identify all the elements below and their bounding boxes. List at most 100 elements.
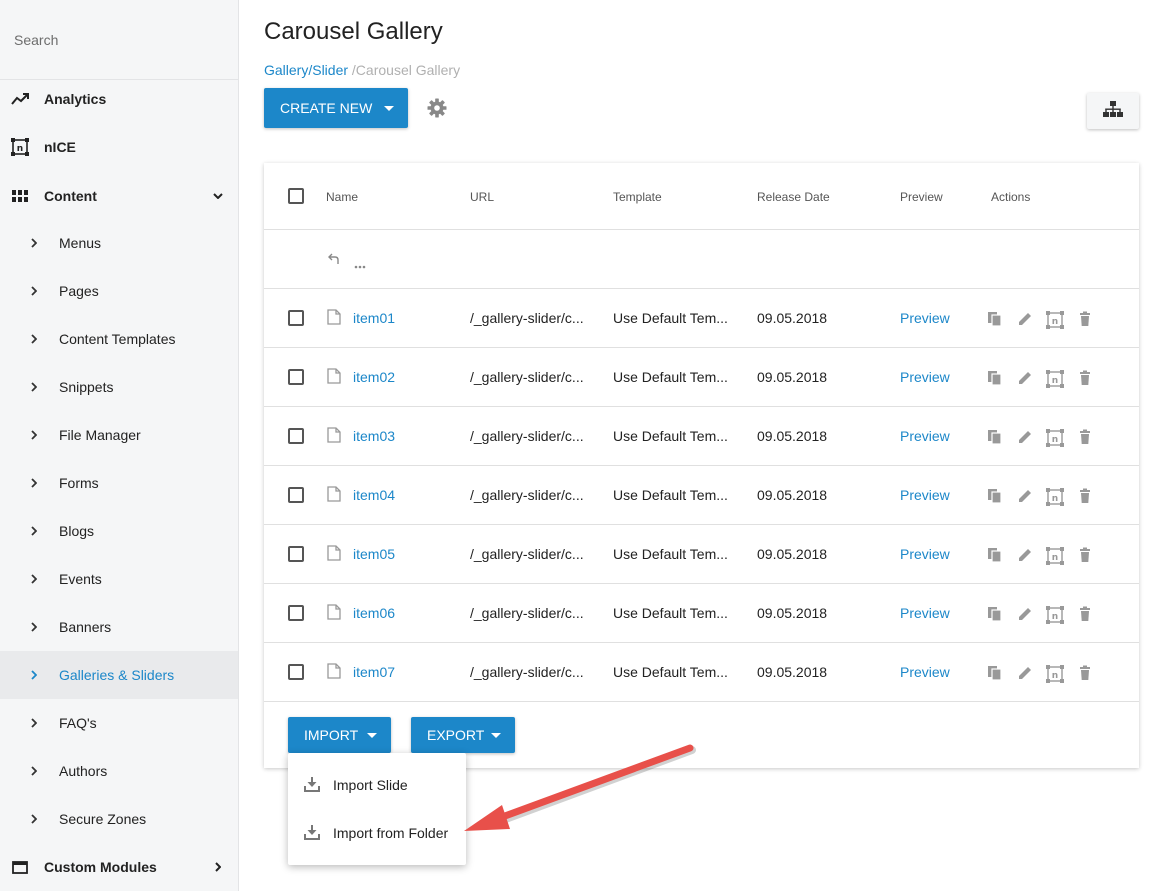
gear-icon[interactable] [427, 98, 447, 118]
chevron-right-icon [31, 621, 41, 633]
item-name-link[interactable]: item03 [353, 428, 395, 444]
trash-icon[interactable] [1076, 310, 1094, 328]
breadcrumb-link-gallery-slider[interactable]: Gallery/Slider [264, 62, 348, 78]
back-arrow-icon[interactable] [328, 252, 340, 270]
sidebar-item-blogs[interactable]: Blogs [0, 507, 238, 555]
row-checkbox[interactable] [288, 428, 304, 444]
preview-link[interactable]: Preview [900, 369, 950, 385]
item-name-link[interactable]: item02 [353, 369, 395, 385]
item-name-link[interactable]: item04 [353, 487, 395, 503]
sidebar-item-secure-zones[interactable]: Secure Zones [0, 795, 238, 843]
copy-icon[interactable] [986, 487, 1004, 505]
edit-pencil-icon[interactable] [1016, 605, 1034, 623]
sidebar-item-galleries-sliders[interactable]: Galleries & Sliders [0, 651, 238, 699]
select-all-checkbox[interactable] [288, 188, 304, 204]
item-name-link[interactable]: item07 [353, 664, 395, 680]
chevron-right-icon [212, 861, 224, 873]
sidebar-item-file-manager[interactable]: File Manager [0, 411, 238, 459]
sidebar-item-snippets[interactable]: Snippets [0, 363, 238, 411]
nice-icon[interactable]: n [1045, 664, 1064, 683]
sidebar-item-authors[interactable]: Authors [0, 747, 238, 795]
svg-text:n: n [1052, 671, 1058, 681]
copy-icon[interactable] [986, 369, 1004, 387]
import-slide-menu-item[interactable]: Import Slide [288, 761, 466, 809]
item-template: Use Default Tem... [613, 664, 728, 680]
nice-icon[interactable]: n [1045, 369, 1064, 388]
sidebar-item-label: Pages [59, 283, 99, 299]
search-input[interactable] [14, 28, 224, 52]
preview-link[interactable]: Preview [900, 664, 950, 680]
nice-icon[interactable]: n [1045, 487, 1064, 506]
row-checkbox[interactable] [288, 487, 304, 503]
menu-item-label: Import from Folder [333, 825, 449, 841]
edit-pencil-icon[interactable] [1016, 546, 1034, 564]
column-header-template[interactable]: Template [613, 190, 662, 204]
edit-pencil-icon[interactable] [1016, 664, 1034, 682]
row-checkbox[interactable] [288, 605, 304, 621]
nice-icon[interactable]: n [1045, 605, 1064, 624]
sidebar-item-events[interactable]: Events [0, 555, 238, 603]
chevron-down-icon [212, 190, 224, 202]
table-row: item06 /_gallery-slider/c... Use Default T… [264, 584, 1139, 643]
import-from-folder-menu-item[interactable]: Import from Folder [288, 809, 466, 857]
preview-link[interactable]: Preview [900, 428, 950, 444]
copy-icon[interactable] [986, 310, 1004, 328]
trash-icon[interactable] [1076, 546, 1094, 564]
sidebar-item-label: Forms [59, 475, 99, 491]
nice-icon[interactable]: n [1045, 310, 1064, 329]
chevron-right-icon [31, 285, 41, 297]
nice-icon: n [11, 138, 29, 156]
trash-icon[interactable] [1076, 428, 1094, 446]
app: Analytics n nICE Content Menus Pages [0, 0, 1157, 891]
copy-icon[interactable] [986, 605, 1004, 623]
trash-icon[interactable] [1076, 487, 1094, 505]
preview-link[interactable]: Preview [900, 487, 950, 503]
sidebar-item-banners[interactable]: Banners [0, 603, 238, 651]
sidebar-item-content-templates[interactable]: Content Templates [0, 315, 238, 363]
sitemap-button[interactable] [1087, 93, 1139, 129]
edit-pencil-icon[interactable] [1016, 487, 1034, 505]
edit-pencil-icon[interactable] [1016, 310, 1034, 328]
copy-icon[interactable] [986, 428, 1004, 446]
preview-link[interactable]: Preview [900, 310, 950, 326]
chevron-right-icon [31, 333, 41, 345]
copy-icon[interactable] [986, 664, 1004, 682]
row-checkbox[interactable] [288, 310, 304, 326]
import-button[interactable]: IMPORT [288, 717, 391, 753]
trash-icon[interactable] [1076, 605, 1094, 623]
sidebar-item-forms[interactable]: Forms [0, 459, 238, 507]
nice-icon[interactable]: n [1045, 428, 1064, 447]
item-name-link[interactable]: item06 [353, 605, 395, 621]
nice-icon[interactable]: n [1045, 546, 1064, 565]
copy-icon[interactable] [986, 546, 1004, 564]
preview-link[interactable]: Preview [900, 546, 950, 562]
sidebar-item-analytics[interactable]: Analytics [0, 75, 238, 123]
breadcrumb-current: /Carousel Gallery [351, 62, 461, 78]
column-header-url[interactable]: URL [470, 190, 494, 204]
sidebar-item-pages[interactable]: Pages [0, 267, 238, 315]
edit-pencil-icon[interactable] [1016, 369, 1034, 387]
sidebar-item-nice[interactable]: n nICE [0, 123, 238, 171]
column-header-name[interactable]: Name [326, 190, 358, 204]
row-checkbox[interactable] [288, 664, 304, 680]
search-box [0, 0, 238, 80]
item-name-link[interactable]: item01 [353, 310, 395, 326]
row-checkbox[interactable] [288, 369, 304, 385]
import-label: IMPORT [304, 727, 359, 743]
download-icon [304, 824, 320, 840]
sidebar-item-content[interactable]: Content [0, 172, 238, 220]
trash-icon[interactable] [1076, 664, 1094, 682]
edit-pencil-icon[interactable] [1016, 428, 1034, 446]
column-header-release-date[interactable]: Release Date [757, 190, 830, 204]
items-table-card: Name URL Template Release Date Preview A… [264, 163, 1139, 768]
preview-link[interactable]: Preview [900, 605, 950, 621]
more-horizontal-icon[interactable] [354, 256, 366, 274]
row-checkbox[interactable] [288, 546, 304, 562]
sidebar-item-faqs[interactable]: FAQ's [0, 699, 238, 747]
sidebar-item-menus[interactable]: Menus [0, 219, 238, 267]
item-url: /_gallery-slider/c... [470, 428, 584, 444]
trash-icon[interactable] [1076, 369, 1094, 387]
create-new-button[interactable]: CREATE NEW [264, 88, 408, 128]
sidebar-item-custom-modules[interactable]: Custom Modules [0, 843, 238, 891]
item-name-link[interactable]: item05 [353, 546, 395, 562]
